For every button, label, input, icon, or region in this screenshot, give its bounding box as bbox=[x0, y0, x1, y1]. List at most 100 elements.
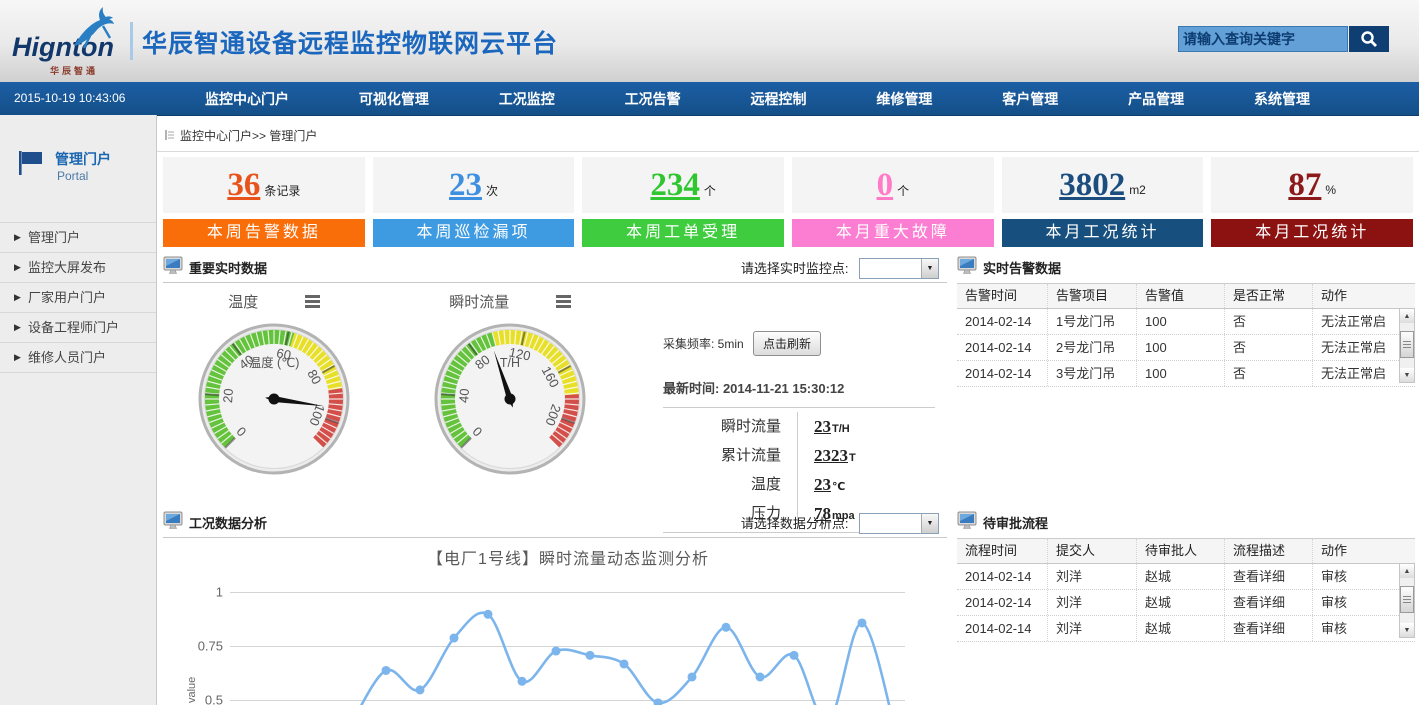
table-cell[interactable]: 无法正常启动 bbox=[1312, 309, 1385, 334]
reading-unit: T bbox=[849, 452, 856, 464]
sidebar-item-5[interactable]: ▶维修人员门户 bbox=[0, 342, 156, 373]
refresh-button[interactable]: 点击刷新 bbox=[753, 331, 821, 356]
table-cell[interactable]: 否 bbox=[1224, 335, 1312, 360]
stat-value[interactable]: 0 bbox=[877, 169, 894, 202]
svg-text:value: value bbox=[186, 677, 198, 703]
table-cell: 2014-02-14 bbox=[957, 616, 1047, 641]
svg-text:温度 (℃): 温度 (℃) bbox=[249, 355, 300, 370]
stat-value[interactable]: 36 bbox=[227, 169, 260, 202]
stat-card-value-area: 87% bbox=[1211, 157, 1413, 213]
reading-value[interactable]: 23 bbox=[798, 417, 831, 436]
stat-card-label[interactable]: 本月工况统计 bbox=[1002, 219, 1204, 247]
realtime-point-select[interactable]: ▼ bbox=[859, 258, 939, 279]
flow-gauge: 04080120160200T/H bbox=[431, 320, 589, 478]
sidebar-item-2[interactable]: ▶监控大屏发布 bbox=[0, 252, 156, 282]
scroll-down-button[interactable]: ▼ bbox=[1400, 368, 1414, 382]
table-cell[interactable]: 否 bbox=[1224, 309, 1312, 334]
table-cell: 3号龙门吊 bbox=[1047, 361, 1136, 386]
reading-value[interactable]: 2323 bbox=[798, 446, 848, 465]
sidebar-item-1[interactable]: ▶ 管理门户 bbox=[0, 222, 156, 252]
flow-gauge-block: 瞬时流量 04080120160200T/H bbox=[399, 291, 621, 483]
alarm-panel: 实时告警数据 告警时间告警项目告警值是否正常动作2014-02-141号龙门吊1… bbox=[957, 255, 1415, 505]
brand-subtext: 华辰智通 bbox=[50, 64, 98, 77]
table-cell[interactable]: 查看详细 bbox=[1224, 590, 1312, 615]
chart-menu-icon[interactable] bbox=[305, 293, 320, 310]
flow-line-chart: 10.750.5value bbox=[165, 563, 915, 705]
stat-card-label[interactable]: 本月工况统计 bbox=[1211, 219, 1413, 247]
stat-unit: m2 bbox=[1129, 183, 1146, 197]
table-cell: 2号龙门吊 bbox=[1047, 335, 1136, 360]
chart-menu-icon[interactable] bbox=[556, 293, 571, 310]
table-cell[interactable]: 无法正常启动 bbox=[1312, 335, 1385, 360]
nav-item-6[interactable]: 维修管理 bbox=[876, 89, 932, 109]
gauge-title: 瞬时流量 bbox=[449, 291, 509, 312]
stat-unit: 次 bbox=[486, 182, 498, 199]
nav-item-5[interactable]: 远程控制 bbox=[751, 89, 807, 109]
table-cell[interactable]: 审核 bbox=[1312, 590, 1385, 615]
table-cell: 100 bbox=[1136, 309, 1224, 334]
logo[interactable]: Hignton 华辰智通 bbox=[10, 6, 135, 76]
reading-label: 瞬时流量 bbox=[663, 412, 798, 441]
nav-item-7[interactable]: 客户管理 bbox=[1002, 89, 1058, 109]
stat-card-value-area: 36条记录 bbox=[163, 157, 365, 213]
scrollbar[interactable]: ▲▼ bbox=[1399, 563, 1415, 638]
reading-value-wrap: 23℃ bbox=[798, 475, 845, 495]
table-row: 2014-02-141号龙门吊100否无法正常启动 bbox=[957, 309, 1415, 335]
reading-value[interactable]: 23 bbox=[798, 475, 831, 494]
table-cell[interactable]: 审核 bbox=[1312, 564, 1385, 589]
table-cell[interactable]: 查看详细 bbox=[1224, 564, 1312, 589]
reading-label: 累计流量 bbox=[663, 441, 798, 470]
table-cell[interactable]: 审核 bbox=[1312, 616, 1385, 641]
scroll-down-button[interactable]: ▼ bbox=[1400, 623, 1414, 637]
stat-card-value-area: 3802 m2 bbox=[1002, 157, 1204, 213]
table-cell: 2014-02-14 bbox=[957, 590, 1047, 615]
sidebar-item-label: 管理门户 bbox=[28, 230, 80, 245]
alarm-table: 告警时间告警项目告警值是否正常动作2014-02-141号龙门吊100否无法正常… bbox=[957, 283, 1415, 387]
table-cell[interactable]: 否 bbox=[1224, 361, 1312, 386]
sidebar-item-3[interactable]: ▶厂家用户门户 bbox=[0, 282, 156, 312]
gauge-title: 温度 bbox=[228, 291, 258, 312]
chevron-down-icon[interactable]: ▼ bbox=[921, 259, 938, 278]
nav-item-8[interactable]: 产品管理 bbox=[1128, 89, 1184, 109]
caret-right-icon: ▶ bbox=[14, 223, 21, 252]
scroll-thumb[interactable] bbox=[1400, 331, 1414, 358]
col-header: 流程时间 bbox=[957, 539, 1047, 563]
stat-card-label[interactable]: 本周工单受理 bbox=[582, 219, 784, 247]
scroll-up-button[interactable]: ▲ bbox=[1400, 564, 1414, 578]
stat-card-label[interactable]: 本周告警数据 bbox=[163, 219, 365, 247]
table-cell: 刘洋 bbox=[1047, 564, 1136, 589]
nav-item-4[interactable]: 工况告警 bbox=[625, 89, 681, 109]
table-cell[interactable]: 无法正常启动 bbox=[1312, 361, 1385, 386]
search-input[interactable] bbox=[1178, 26, 1348, 52]
reading-value-wrap: 23T/H bbox=[798, 417, 850, 437]
stat-value[interactable]: 3802 bbox=[1059, 169, 1125, 202]
scroll-thumb[interactable] bbox=[1400, 586, 1414, 613]
chevron-down-icon[interactable]: ▼ bbox=[921, 514, 938, 533]
table-cell[interactable]: 查看详细 bbox=[1224, 616, 1312, 641]
monitor-icon bbox=[163, 511, 184, 531]
approval-panel: 待审批流程 流程时间提交人待审批人流程描述动作2014-02-14刘洋赵城查看详… bbox=[957, 510, 1415, 705]
frequency-label: 采集频率: 5min bbox=[663, 337, 744, 351]
analysis-point-select[interactable]: ▼ bbox=[859, 513, 939, 534]
stat-value[interactable]: 87 bbox=[1288, 169, 1321, 202]
stat-value[interactable]: 23 bbox=[449, 169, 482, 202]
stat-card-4: 0个本月重大故障 bbox=[792, 157, 994, 247]
stat-card-label[interactable]: 本周巡检漏项 bbox=[373, 219, 575, 247]
stat-value[interactable]: 234 bbox=[650, 169, 700, 202]
nav-item-1[interactable]: 监控中心门户 bbox=[205, 89, 289, 109]
scroll-up-button[interactable]: ▲ bbox=[1400, 309, 1414, 323]
realtime-readings: 采集频率: 5min 点击刷新 最新时间: 2014-11-21 15:30:1… bbox=[663, 331, 935, 533]
nav-item-9[interactable]: 系统管理 bbox=[1254, 89, 1310, 109]
stat-unit: % bbox=[1325, 183, 1336, 197]
search-button[interactable] bbox=[1349, 26, 1389, 52]
scrollbar[interactable]: ▲▼ bbox=[1399, 308, 1415, 383]
stat-card-label[interactable]: 本月重大故障 bbox=[792, 219, 994, 247]
sidebar-item-label: 厂家用户门户 bbox=[28, 290, 106, 305]
stat-card-6: 87% 本月工况统计 bbox=[1211, 157, 1413, 247]
table-cell: 刘洋 bbox=[1047, 616, 1136, 641]
nav-item-2[interactable]: 可视化管理 bbox=[359, 89, 429, 109]
sidebar-item-4[interactable]: ▶设备工程师门户 bbox=[0, 312, 156, 342]
monitor-icon bbox=[957, 511, 978, 531]
nav-item-3[interactable]: 工况监控 bbox=[499, 89, 555, 109]
col-header: 动作 bbox=[1312, 284, 1385, 308]
